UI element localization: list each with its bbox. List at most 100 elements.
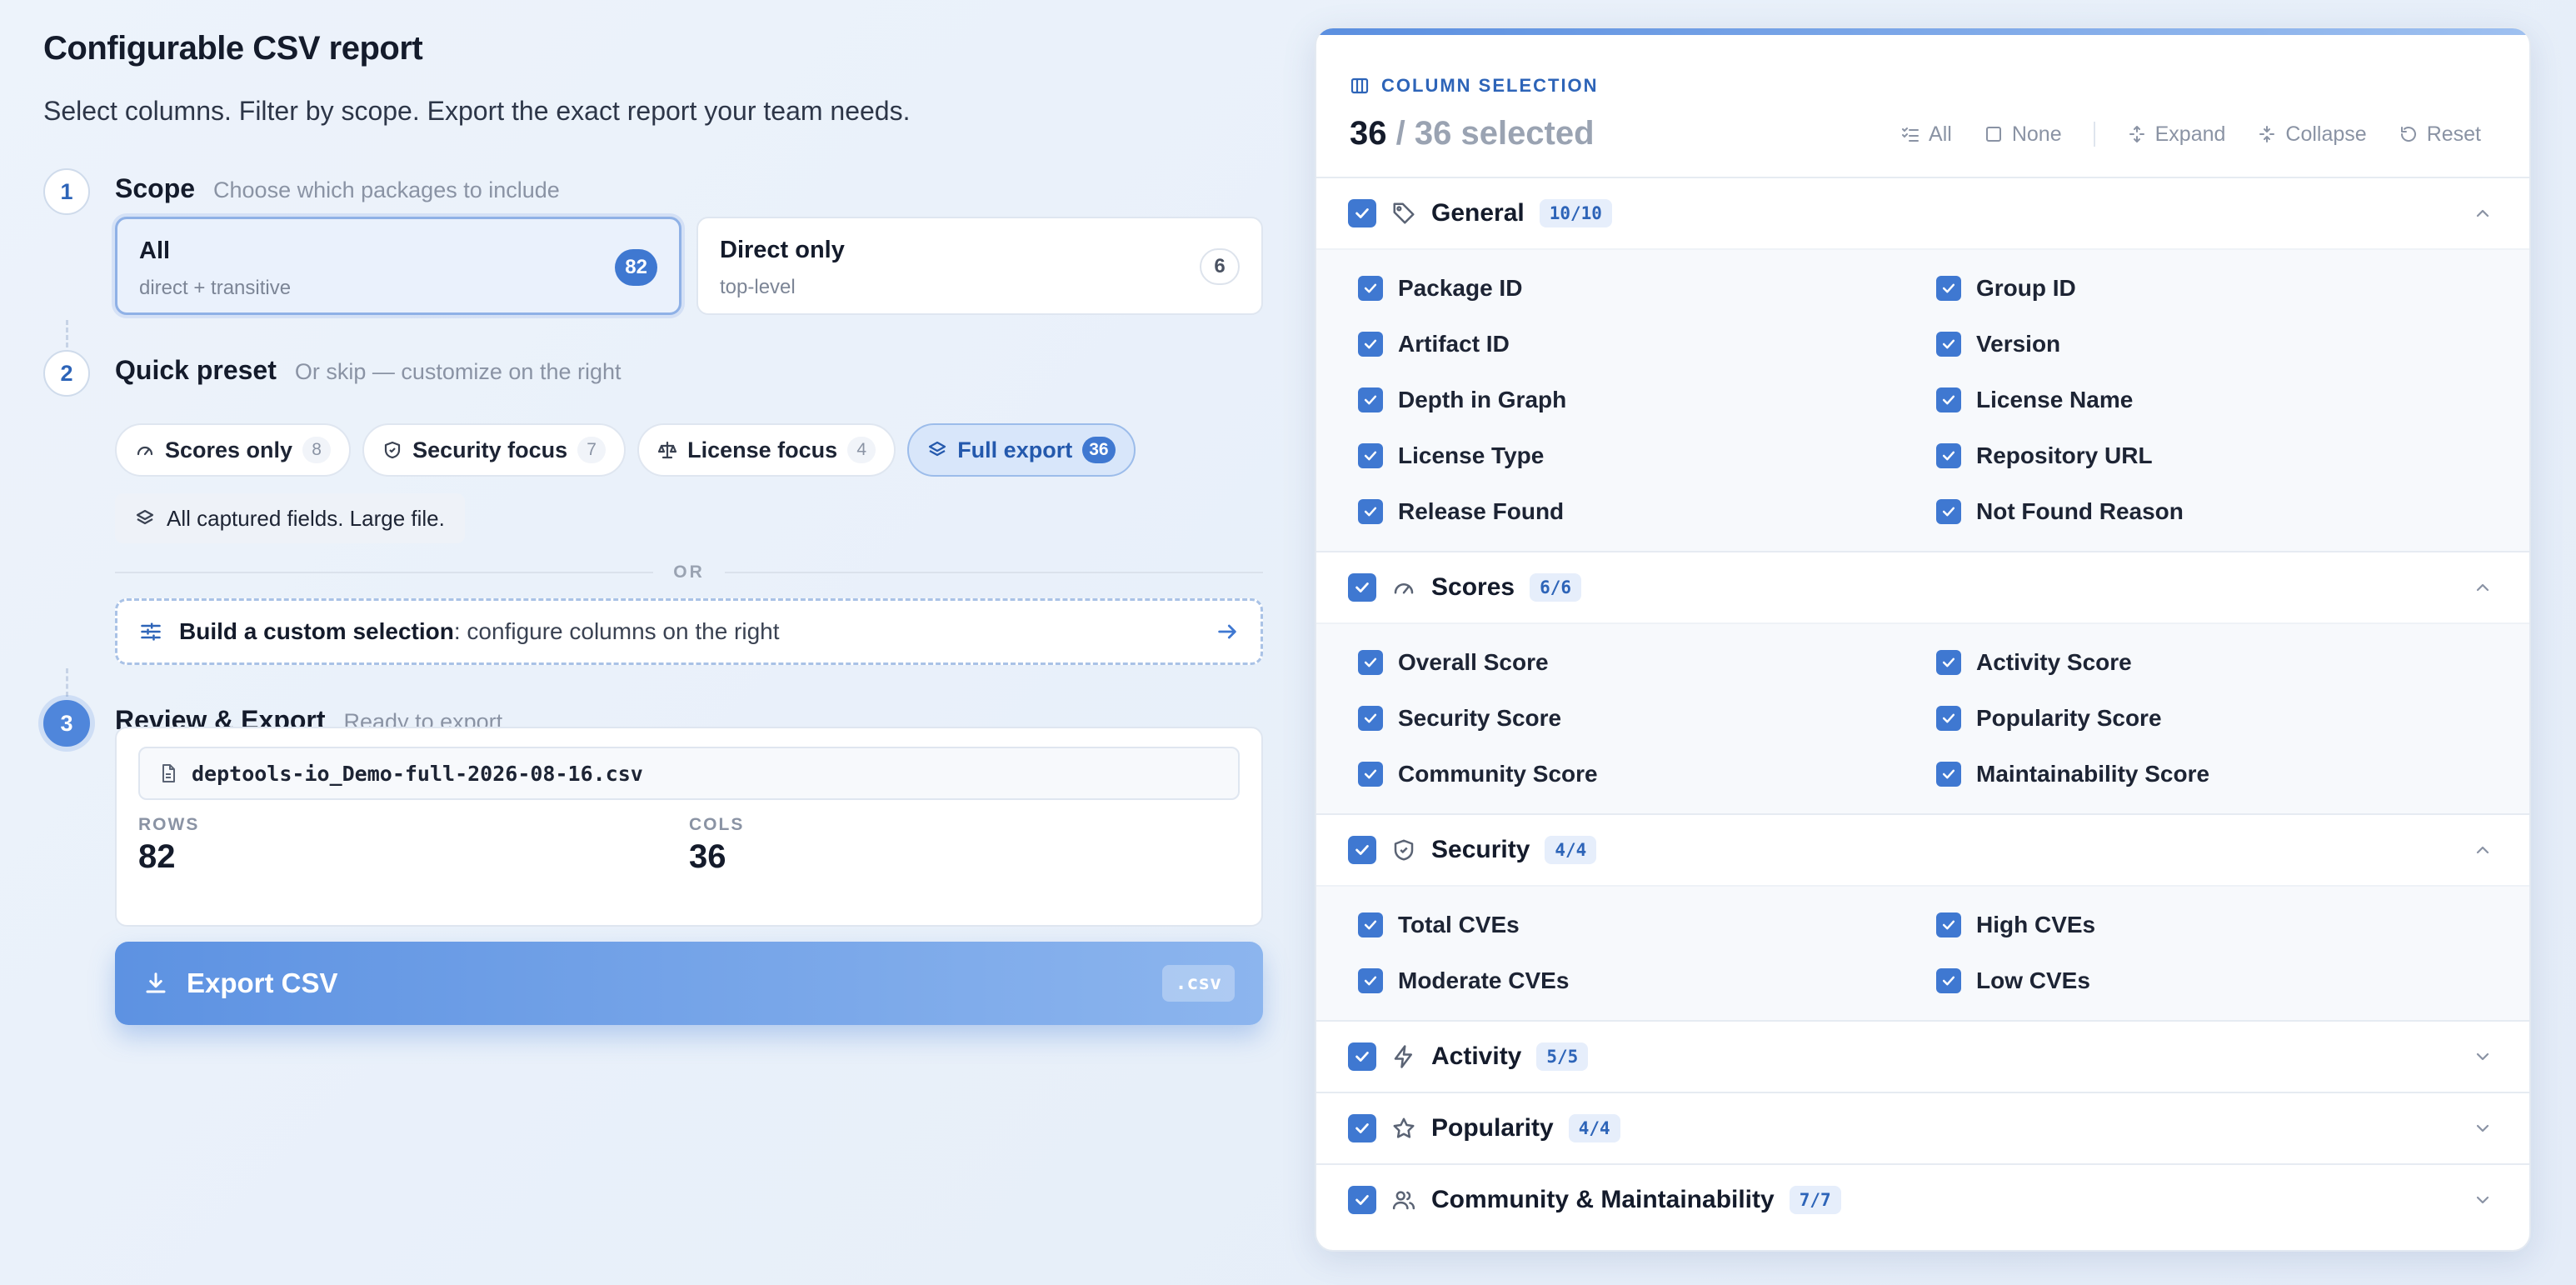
check-icon [1942,713,1955,722]
check-icon [1364,395,1377,404]
collapse-all-button[interactable]: Collapse [2257,122,2367,147]
preset-security-focus[interactable]: Security focus 7 [362,423,627,477]
column-checkbox[interactable]: Total CVEs [1316,897,1895,952]
column-checkbox[interactable]: Version [1895,316,2473,372]
checkbox-checked[interactable] [1358,705,1383,731]
preset-count: 7 [577,437,607,463]
checkbox-checked[interactable] [1358,331,1383,357]
column-checkbox[interactable]: Package ID [1316,260,1895,316]
preset-license-focus[interactable]: License focus 4 [637,423,896,477]
layers-icon [929,441,946,457]
export-csv-button[interactable]: Export CSV .csv [115,942,1263,1025]
column-checkbox[interactable]: Not Found Reason [1895,483,2473,539]
chevron-down-icon[interactable] [2473,1047,2493,1067]
column-group-popularity: Popularity 4/4 [1316,1093,2529,1165]
column-group-community-maintainability: Community & Maintainability 7/7 [1316,1165,2529,1235]
group-checkbox[interactable] [1348,1114,1376,1142]
select-none-button[interactable]: None [1984,122,2062,147]
tool-label: Reset [2426,122,2481,146]
chevron-up-icon[interactable] [2473,203,2493,223]
checkbox-checked[interactable] [1936,331,1961,357]
group-checkbox[interactable] [1348,836,1376,864]
column-checkbox[interactable]: Depth in Graph [1316,372,1895,428]
scope-option-count: 6 [1200,248,1240,285]
check-icon [1364,658,1377,667]
checkbox-checked[interactable] [1358,498,1383,524]
group-checkbox[interactable] [1348,1042,1376,1071]
reset-button[interactable]: Reset [2399,122,2481,147]
tool-label: Collapse [2285,122,2367,146]
chevron-down-icon[interactable] [2473,1190,2493,1210]
preset-description: All captured fields. Large file. [115,493,465,543]
group-header[interactable]: General 10/10 [1316,178,2529,248]
column-checkbox[interactable]: Maintainability Score [1895,746,2473,802]
custom-selection-desc: : configure columns on the right [453,618,780,644]
column-checkbox[interactable]: Security Score [1316,690,1895,746]
column-checkbox[interactable]: Overall Score [1316,634,1895,690]
group-header[interactable]: Community & Maintainability 7/7 [1316,1165,2529,1235]
column-checkbox[interactable]: Artifact ID [1316,316,1895,372]
checkbox-checked[interactable] [1936,649,1961,675]
checkbox-checked[interactable] [1936,498,1961,524]
group-name: General [1431,199,1525,227]
column-checkbox[interactable]: Release Found [1316,483,1895,539]
checkbox-checked[interactable] [1358,912,1383,938]
checkbox-checked[interactable] [1936,968,1961,993]
group-header[interactable]: Scores 6/6 [1316,552,2529,622]
column-label: Community Score [1398,760,1598,787]
column-label: Depth in Graph [1398,386,1567,412]
column-group-security: Security 4/4 Total CVEs High CVEs Modera… [1316,815,2529,1022]
column-checkbox[interactable]: License Type [1316,428,1895,483]
column-checkbox[interactable]: License Name [1895,372,2473,428]
expand-all-button[interactable]: Expand [2127,122,2225,147]
checkbox-checked[interactable] [1358,968,1383,993]
check-icon [1355,582,1369,592]
custom-selection-button[interactable]: Build a custom selection: configure colu… [115,598,1263,665]
chevron-up-icon[interactable] [2473,578,2493,598]
chevron-down-icon[interactable] [2473,1118,2493,1138]
checkbox-checked[interactable] [1358,649,1383,675]
checkbox-checked[interactable] [1936,275,1961,301]
group-name: Security [1431,836,1530,863]
column-checkbox[interactable]: Moderate CVEs [1316,952,1895,1008]
group-header[interactable]: Security 4/4 [1316,815,2529,885]
preset-scores-only[interactable]: Scores only 8 [115,423,352,477]
chevron-up-icon[interactable] [2473,840,2493,860]
checkbox-checked[interactable] [1358,387,1383,412]
select-all-button[interactable]: All [1900,122,1952,147]
checkbox-checked[interactable] [1358,761,1383,787]
scope-option-all[interactable]: All direct + transitive 82 [115,217,681,315]
group-count-badge: 10/10 [1539,199,1612,228]
column-label: Overall Score [1398,648,1549,675]
column-checkbox[interactable]: Community Score [1316,746,1895,802]
group-checkbox[interactable] [1348,573,1376,602]
scope-option-desc: direct + transitive [139,277,292,299]
scope-option-name: All [139,238,171,264]
column-label: Low CVEs [1976,967,2090,993]
checkbox-checked[interactable] [1358,442,1383,468]
group-checkbox[interactable] [1348,1186,1376,1214]
gauge-icon [1394,583,1414,594]
column-checkbox[interactable]: Activity Score [1895,634,2473,690]
scope-option-direct-only[interactable]: Direct only top-level 6 [696,217,1263,315]
checkbox-checked[interactable] [1936,912,1961,938]
checkbox-checked[interactable] [1936,387,1961,412]
collapse-icon [2259,126,2275,142]
step-title-row: Scope Choose which packages to include [115,173,560,204]
checkbox-checked[interactable] [1936,761,1961,787]
tag-icon [1393,202,1415,224]
checkbox-checked[interactable] [1936,442,1961,468]
checkbox-checked[interactable] [1936,705,1961,731]
column-checkbox[interactable]: Repository URL [1895,428,2473,483]
column-checkbox[interactable]: Group ID [1895,260,2473,316]
check-icon [1355,1052,1369,1062]
column-checkbox[interactable]: High CVEs [1895,897,2473,952]
preset-full-export[interactable]: Full export 36 [907,423,1136,477]
group-header[interactable]: Popularity 4/4 [1316,1093,2529,1163]
column-checkbox[interactable]: Low CVEs [1895,952,2473,1008]
column-checkbox[interactable]: Popularity Score [1895,690,2473,746]
group-checkbox[interactable] [1348,199,1376,228]
checkbox-checked[interactable] [1358,275,1383,301]
group-header[interactable]: Activity 5/5 [1316,1022,2529,1092]
group-count-badge: 7/7 [1789,1186,1841,1214]
